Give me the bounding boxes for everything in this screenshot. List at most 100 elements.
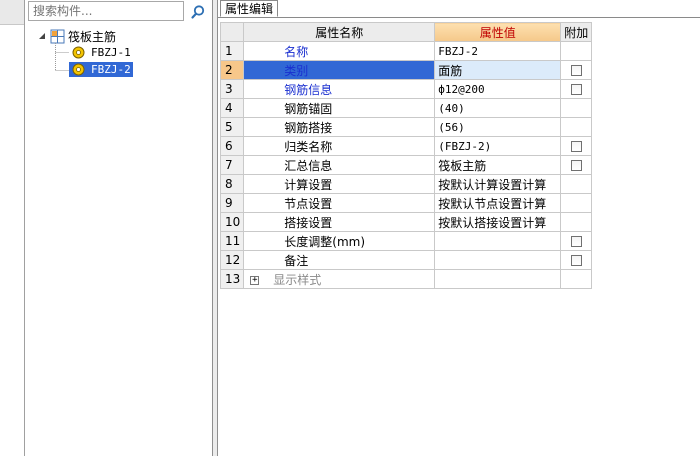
extra-cell [560,269,593,289]
extra-cell [560,41,593,61]
extra-cell[interactable] [560,60,593,80]
property-name-label: 汇总信息 [284,158,333,173]
property-name-label: 显示样式 [273,272,322,287]
tab-attribute-edit[interactable]: 属性编辑 [220,0,279,17]
property-value-cell[interactable] [434,250,562,270]
property-value-cell[interactable]: (40) [434,98,562,118]
property-row[interactable]: 6 归类名称 (FBZJ-2) [219,136,593,156]
property-name-cell[interactable]: 搭接设置 [243,212,436,232]
property-name-cell[interactable]: 钢筋搭接 [243,117,436,137]
row-number: 8 [219,174,245,194]
rebar-gear-icon [72,46,85,58]
property-row[interactable]: 3 钢筋信息 ф12@200 [219,79,593,99]
component-tree-panel: 筏板主筋 FBZJ-1 FBZJ-2 [25,0,212,456]
extra-cell [560,117,593,137]
row-number: 11 [219,231,245,251]
property-row[interactable]: 2 类别 面筋 [219,60,593,80]
extra-checkbox[interactable] [570,236,582,247]
property-name-cell[interactable]: 备注 [243,250,436,270]
property-name-cell[interactable]: 名称 [243,41,436,61]
property-row[interactable]: 8 计算设置 按默认计算设置计算 [219,174,593,194]
row-number: 12 [219,250,245,270]
property-name-cell[interactable]: 类别 [243,60,436,80]
property-value-cell[interactable]: 按默认搭接设置计算 [434,212,562,232]
property-row[interactable]: 11 长度调整(mm) [219,231,593,251]
property-name-cell[interactable]: 钢筋锚固 [243,98,436,118]
property-value-cell[interactable]: 按默认节点设置计算 [434,193,562,213]
extra-header: 附加 [560,22,593,42]
property-name-label: 节点设置 [284,196,333,211]
grid-body: 1 名称 FBZJ-2 2 类别 面筋 3 钢筋信息 ф12@200 4 钢筋锚固 (40) 5 钢筋搭接… [219,41,593,289]
extra-cell [560,193,593,213]
property-row[interactable]: 9 节点设置 按默认节点设置计算 [219,193,593,213]
property-name-label: 钢筋信息 [284,82,333,97]
extra-checkbox[interactable] [570,160,582,171]
tab-bar: 属性编辑 [218,0,700,18]
property-row[interactable]: 7 汇总信息 筏板主筋 [219,155,593,175]
rebar-gear-icon [72,63,85,75]
extra-cell[interactable] [560,155,593,175]
tree-item-fbzj-1[interactable]: FBZJ-1 [72,44,133,60]
property-name-label: 名称 [284,44,309,59]
search-input[interactable] [28,1,184,21]
property-name-label: 钢筋锚固 [284,101,333,116]
search-button[interactable] [187,2,209,22]
property-name-label: 钢筋搭接 [284,120,333,135]
tree-root-label: 筏板主筋 [68,29,117,44]
search-icon [191,5,205,19]
property-value-header: 属性值 [434,22,562,42]
property-name-label: 计算设置 [284,177,333,192]
row-number: 4 [219,98,245,118]
extra-cell[interactable] [560,136,593,156]
property-name-label: 归类名称 [284,139,333,154]
property-row[interactable]: 4 钢筋锚固 (40) [219,98,593,118]
collapse-arrow-icon[interactable] [37,31,47,41]
row-number: 13 [219,269,245,289]
property-row[interactable]: 1 名称 FBZJ-2 [219,41,593,61]
property-name-label: 长度调整(mm) [284,234,366,249]
tree-item-selection: FBZJ-2 [69,61,133,77]
property-row[interactable]: 10 搭接设置 按默认搭接设置计算 [219,212,593,232]
property-value-cell[interactable]: (56) [434,117,562,137]
property-value-cell[interactable] [434,231,562,251]
property-name-cell[interactable]: + 显示样式 [243,269,436,289]
row-number: 10 [219,212,245,232]
property-value-cell[interactable]: FBZJ-2 [434,41,562,61]
property-name-cell[interactable]: 长度调整(mm) [243,231,436,251]
tree-root-node[interactable]: 筏板主筋 [37,28,116,44]
property-grid: 属性名称 属性值 附加 1 名称 FBZJ-2 2 类别 面筋 3 钢筋信息 ф12@200 4 钢… [219,22,593,289]
property-name-cell[interactable]: 计算设置 [243,174,436,194]
property-value-cell[interactable]: 按默认计算设置计算 [434,174,562,194]
row-number-header [219,22,245,42]
row-number: 3 [219,79,245,99]
extra-cell[interactable] [560,79,593,99]
property-value-cell[interactable]: 筏板主筋 [434,155,562,175]
tree-item-fbzj-2[interactable]: FBZJ-2 [69,61,133,77]
row-number: 7 [219,155,245,175]
property-row[interactable]: 5 钢筋搭接 (56) [219,117,593,137]
extra-checkbox[interactable] [570,65,582,76]
expand-plus-icon[interactable]: + [250,275,260,285]
property-row[interactable]: 13 + 显示样式 [219,269,593,289]
extra-cell [560,98,593,118]
property-name-cell[interactable]: 汇总信息 [243,155,436,175]
extra-checkbox[interactable] [570,141,582,152]
extra-cell[interactable] [560,250,593,270]
row-number: 1 [219,41,245,61]
property-value-cell[interactable] [434,269,562,289]
property-name-label: 类别 [284,63,309,78]
left-collapsed-panel [0,0,25,456]
property-row[interactable]: 12 备注 [219,250,593,270]
extra-cell[interactable] [560,231,593,251]
property-panel: 属性编辑 属性名称 属性值 附加 1 名称 FBZJ-2 2 类别 面筋 3 钢筋信息 ф12@… [218,0,700,456]
property-name-cell[interactable]: 钢筋信息 [243,79,436,99]
property-name-cell[interactable]: 归类名称 [243,136,436,156]
property-value-cell[interactable]: 面筋 [434,60,562,80]
property-value-cell[interactable]: (FBZJ-2) [434,136,562,156]
property-value-cell[interactable]: ф12@200 [434,79,562,99]
property-name-cell[interactable]: 节点设置 [243,193,436,213]
extra-checkbox[interactable] [570,84,582,95]
tree-item-label: FBZJ-2 [89,62,133,76]
extra-checkbox[interactable] [570,255,582,266]
row-number: 2 [219,60,245,80]
